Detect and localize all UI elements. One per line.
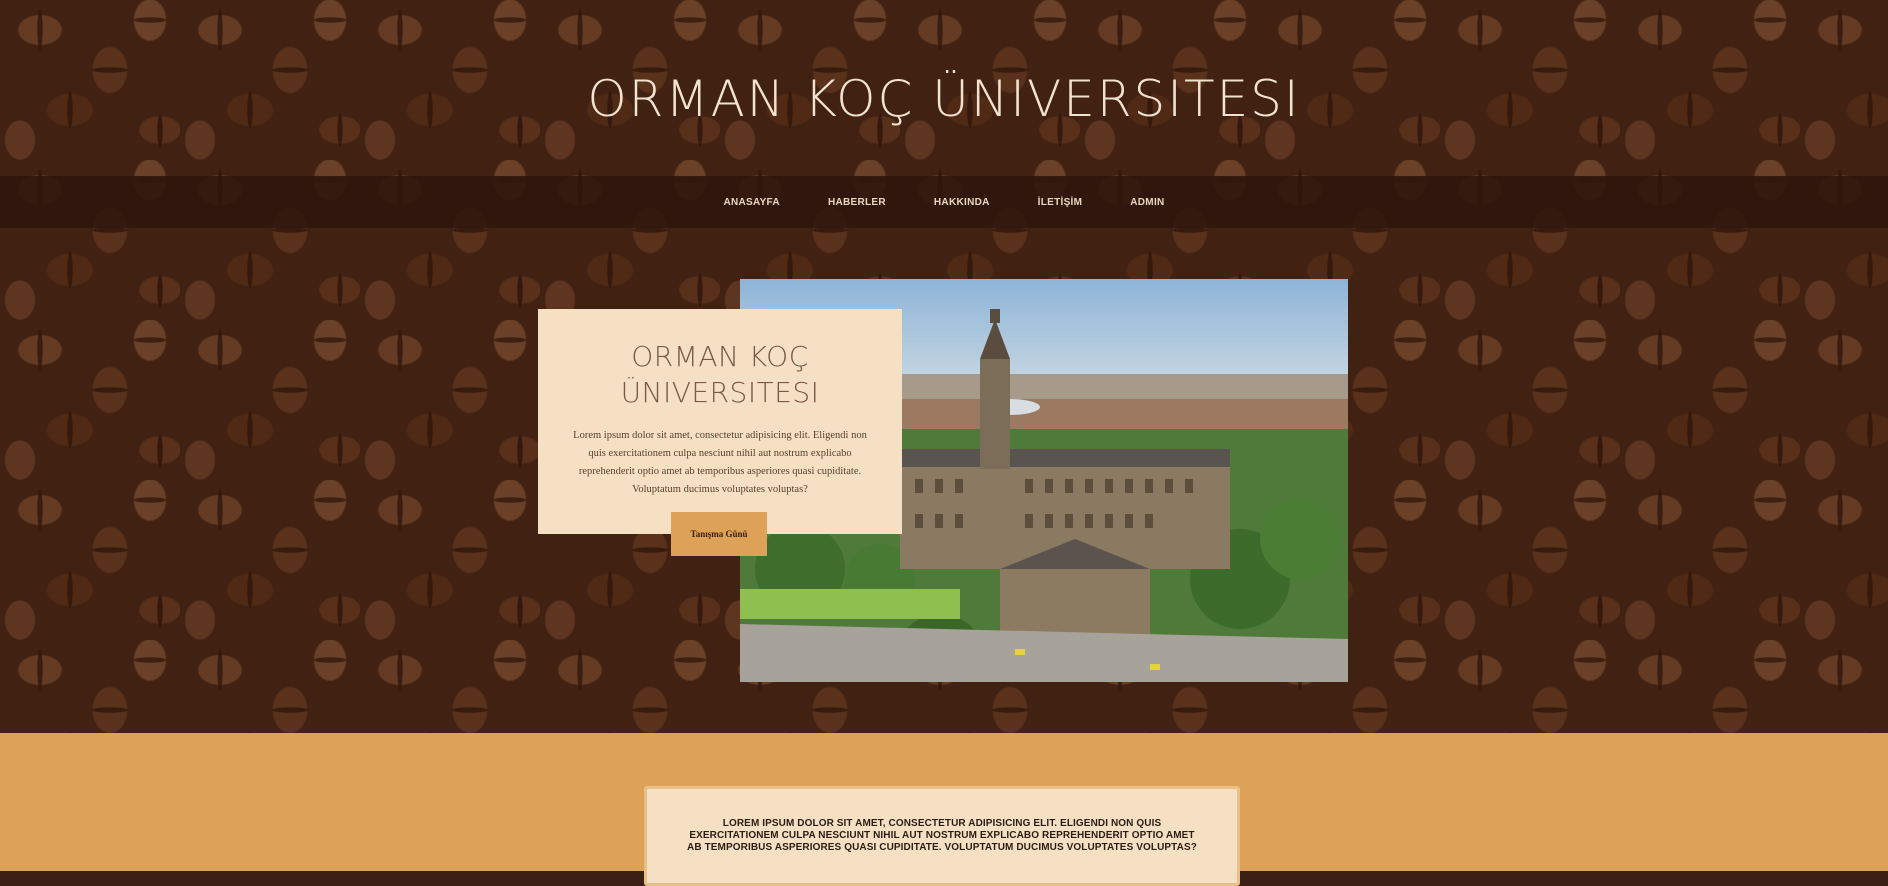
site-title: ORMAN KOÇ ÜNIVERSITESI [587,70,1301,128]
nav-item-contact[interactable]: İLETİŞİM [1034,191,1087,214]
nav-item-admin[interactable]: ADMIN [1126,191,1168,214]
open-day-button[interactable]: Tanışma Günü [671,512,767,556]
intro-title-line2: ÜNIVERSITESI [620,376,820,409]
nav-item-news[interactable]: HABERLER [824,191,890,214]
main-navigation: ANASAYFA HABERLER HAKKINDA İLETİŞİM ADMI… [0,176,1888,228]
lower-text: LOREM IPSUM DOLOR SIT AMET, CONSECTETUR … [687,818,1197,853]
lower-card: LOREM IPSUM DOLOR SIT AMET, CONSECTETUR … [644,786,1240,886]
intro-title-line1: ORMAN KOÇ [631,340,809,373]
intro-text: Lorem ipsum dolor sit amet, consectetur … [573,430,867,495]
nav-item-home[interactable]: ANASAYFA [719,191,784,214]
intro-card: ORMAN KOÇ ÜNIVERSITESI Lorem ipsum dolor… [538,309,902,534]
nav-item-about[interactable]: HAKKINDA [930,191,994,214]
intro-title: ORMAN KOÇ ÜNIVERSITESI [566,339,874,411]
